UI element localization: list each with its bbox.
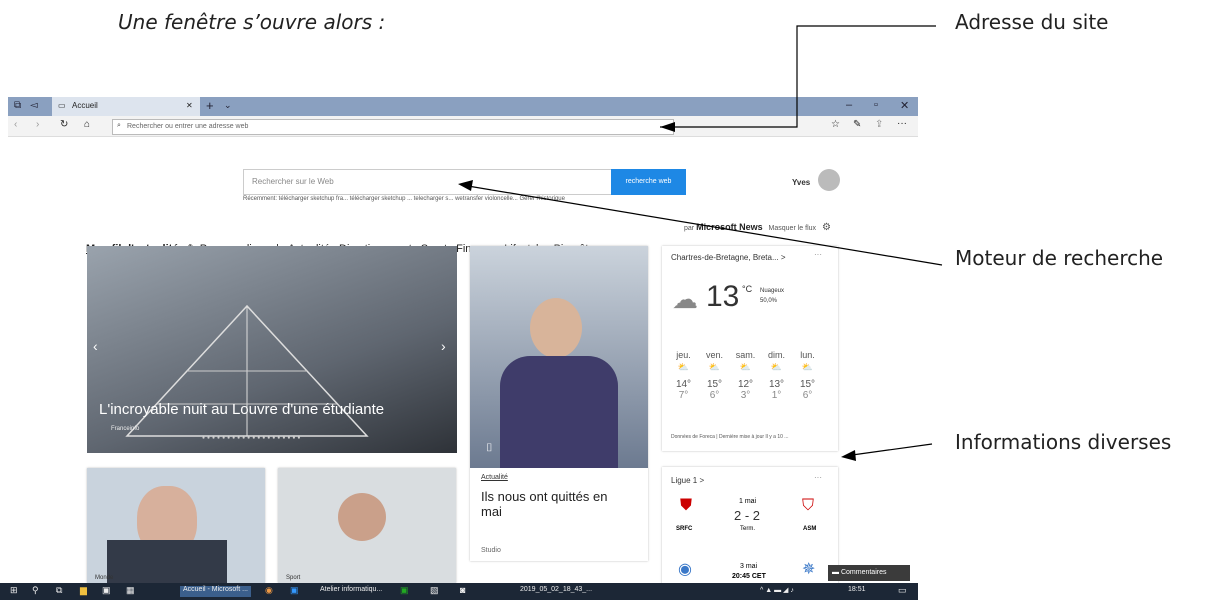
- annotation-arrows: [458, 25, 943, 461]
